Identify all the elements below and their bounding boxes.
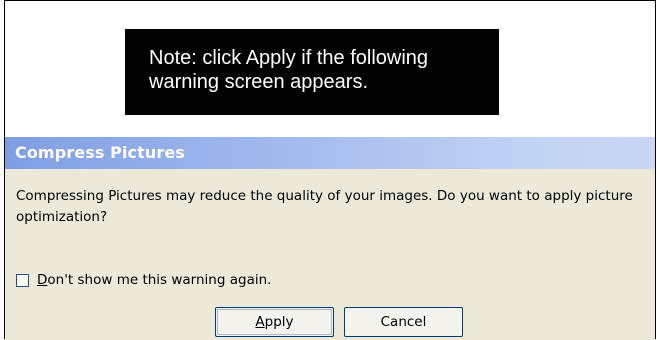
apply-label-rest: pply	[264, 314, 294, 330]
dialog-title: Compress Pictures	[15, 143, 185, 162]
cancel-button[interactable]: Cancel	[344, 307, 463, 337]
apply-button[interactable]: Apply	[215, 307, 334, 337]
dont-show-again-row[interactable]: Don't show me this warning again.	[16, 271, 271, 289]
dont-show-again-label[interactable]: Don't show me this warning again.	[37, 271, 271, 289]
instruction-note: Note: click Apply if the following warni…	[125, 29, 499, 115]
dialog-message: Compressing Pictures may reduce the qual…	[16, 188, 633, 225]
dialog-titlebar[interactable]: Compress Pictures	[5, 137, 655, 169]
compress-pictures-dialog: Compress Pictures Compressing Pictures m…	[5, 137, 655, 340]
slide-frame: Note: click Apply if the following warni…	[4, 0, 656, 340]
dont-show-again-checkbox[interactable]	[16, 273, 29, 287]
mnemonic-d: D	[37, 272, 48, 288]
dont-show-again-label-rest: on't show me this warning again.	[47, 272, 272, 288]
mnemonic-a: A	[255, 314, 265, 330]
